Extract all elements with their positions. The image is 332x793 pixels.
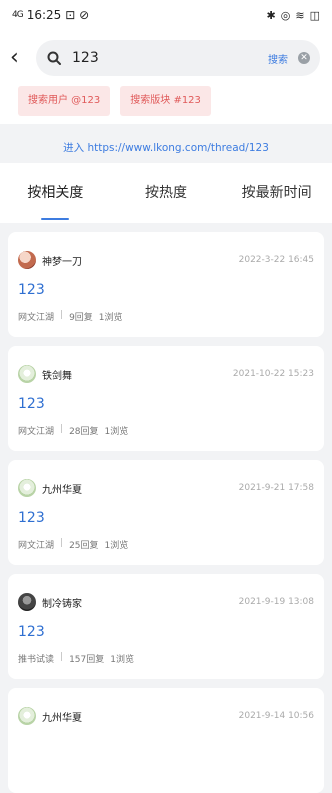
username[interactable]: 铁剑舞 [42, 367, 72, 382]
forum-name: 网文江湖 [18, 541, 55, 551]
tab-label: 按最新时间 [241, 185, 312, 201]
tab-relevance[interactable]: 按相关度 [0, 163, 111, 223]
search-header: ‹ 搜索 ✕ 搜索用户 @123 搜索版块 #123 [0, 30, 332, 124]
battery-icon: ◫ [309, 8, 320, 22]
view-count: 1浏览 [98, 313, 123, 323]
forum-name: 网文江湖 [18, 313, 55, 323]
divider: | [60, 424, 64, 434]
post-date: 2021-9-21 17:58 [238, 483, 314, 493]
reply-count: 25回复 [69, 541, 99, 551]
view-count: 1浏览 [104, 541, 129, 551]
username[interactable]: 神梦一刀 [42, 253, 82, 268]
search-icon [47, 51, 61, 65]
divider: | [60, 652, 64, 662]
username[interactable]: 制冷铸家 [42, 595, 82, 610]
avatar[interactable] [18, 251, 36, 269]
thread-title[interactable]: 123 [18, 624, 314, 644]
avatar[interactable] [18, 365, 36, 383]
search-button[interactable]: 搜索 [268, 51, 288, 66]
list-item[interactable]: 制冷铸家 2021-9-19 13:08 123 推书试读 | 157回复 1浏… [8, 574, 324, 679]
avatar[interactable] [18, 707, 36, 725]
active-tab-indicator [41, 218, 70, 220]
signal-icon: 4G [12, 10, 24, 20]
search-input[interactable] [70, 49, 268, 67]
post-date: 2022-3-22 16:45 [238, 255, 314, 265]
list-item[interactable]: 铁剑舞 2021-10-22 15:23 123 网文江湖 | 28回复 1浏览 [8, 346, 324, 451]
thread-title[interactable]: 123 [18, 396, 314, 416]
list-item[interactable]: 神梦一刀 2022-3-22 16:45 123 网文江湖 | 9回复 1浏览 [8, 232, 324, 337]
reply-count: 28回复 [69, 427, 99, 437]
mute-icon: ◎ [280, 8, 291, 22]
avatar[interactable] [18, 593, 36, 611]
tab-label: 按热度 [145, 185, 187, 201]
search-user-chip[interactable]: 搜索用户 @123 [18, 86, 111, 116]
clear-icon[interactable]: ✕ [298, 52, 310, 64]
status-bar: 4G 16:25 ⊡ ⊘ ✱ ◎ ≋ ◫ [0, 0, 332, 30]
reply-count: 157回复 [69, 655, 105, 665]
bluetooth-icon: ✱ [266, 8, 276, 22]
post-date: 2021-10-22 15:23 [232, 369, 314, 379]
sort-tabs: 按相关度 按热度 按最新时间 [0, 163, 332, 223]
thread-title[interactable]: 123 [18, 510, 314, 530]
reply-count: 9回复 [69, 313, 93, 323]
avatar[interactable] [18, 479, 36, 497]
search-forum-chip[interactable]: 搜索版块 #123 [120, 86, 211, 116]
list-item[interactable]: 九州华夏 2021-9-14 10:56 [8, 688, 324, 793]
tab-latest[interactable]: 按最新时间 [221, 163, 332, 223]
search-suggestion-chips: 搜索用户 @123 搜索版块 #123 [0, 78, 332, 124]
forum-name: 网文江湖 [18, 427, 55, 437]
result-list: 神梦一刀 2022-3-22 16:45 123 网文江湖 | 9回复 1浏览 … [0, 223, 332, 793]
goto-thread-link[interactable]: 进入 https://www.lkong.com/thread/123 [63, 142, 269, 154]
search-box[interactable]: 搜索 ✕ [36, 40, 320, 76]
wifi-icon: ≋ [295, 8, 305, 22]
goto-thread-bar: 进入 https://www.lkong.com/thread/123 [0, 128, 332, 163]
username[interactable]: 九州华夏 [42, 709, 82, 724]
view-count: 1浏览 [110, 655, 134, 665]
divider: | [60, 310, 64, 320]
thread-title[interactable]: 123 [18, 282, 314, 302]
username[interactable]: 九州华夏 [42, 481, 82, 496]
forum-name: 推书试读 [18, 655, 55, 665]
tab-popularity[interactable]: 按热度 [111, 163, 222, 223]
list-item[interactable]: 九州华夏 2021-9-21 17:58 123 网文江湖 | 25回复 1浏览 [8, 460, 324, 565]
notification-icon: ⊡ ⊘ [65, 8, 90, 22]
back-arrow-icon[interactable]: ‹ [10, 38, 36, 78]
post-date: 2021-9-19 13:08 [238, 597, 314, 607]
divider: | [60, 538, 64, 548]
status-time: 16:25 [26, 8, 62, 22]
view-count: 1浏览 [104, 427, 129, 437]
tab-label: 按相关度 [27, 185, 84, 201]
